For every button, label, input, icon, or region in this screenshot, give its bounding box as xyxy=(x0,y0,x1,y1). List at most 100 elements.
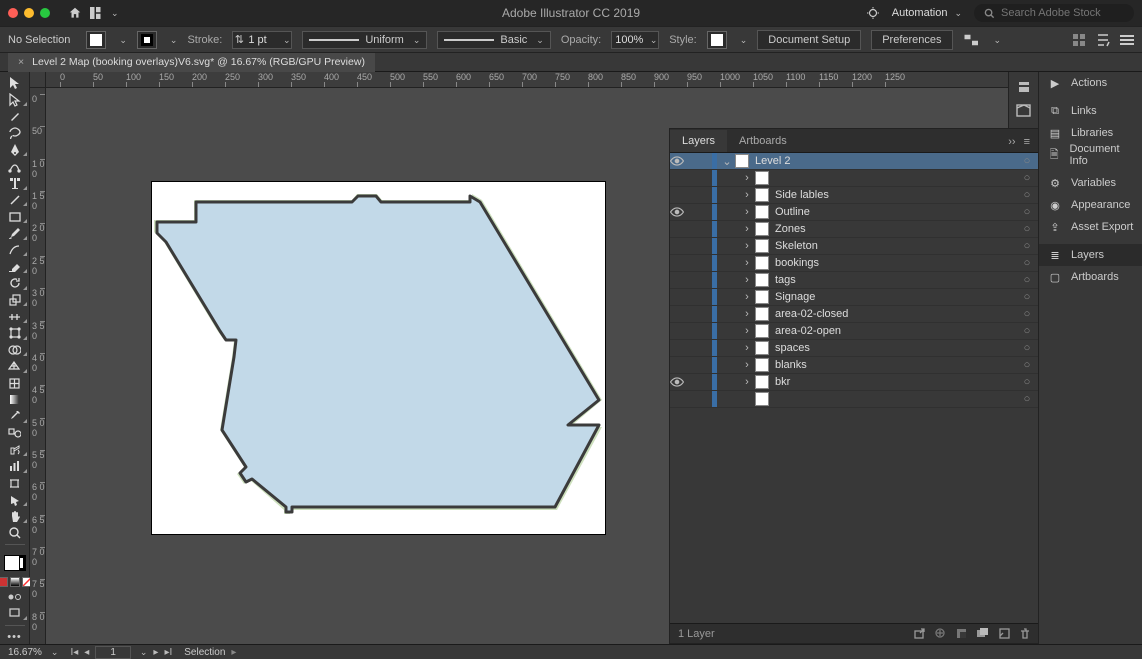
ctrl-icon-b[interactable] xyxy=(1096,33,1110,47)
free-transform-tool[interactable] xyxy=(2,326,28,341)
target-icon[interactable]: ○ xyxy=(1016,240,1038,252)
new-sublayer-icon[interactable] xyxy=(977,628,989,640)
current-tool-status[interactable]: Selection ▸ xyxy=(184,647,236,658)
perspective-tool[interactable] xyxy=(2,359,28,374)
artboard-nav[interactable]: I◂ ◂ 1 ▸ ▸I xyxy=(70,646,172,659)
expand-toggle[interactable]: › xyxy=(741,342,753,354)
panel-tab-libraries[interactable]: ▤Libraries xyxy=(1039,122,1142,144)
layer-name[interactable]: spaces xyxy=(775,342,1016,354)
graph-tool[interactable] xyxy=(2,459,28,474)
eyedropper-tool[interactable] xyxy=(2,409,28,424)
expand-toggle[interactable]: ⌄ xyxy=(721,155,733,168)
expand-toggle[interactable]: › xyxy=(741,223,753,235)
layer-row[interactable]: ›Outline○ xyxy=(670,204,1038,221)
fill-dropdown[interactable] xyxy=(116,34,127,46)
stroke-weight-stepper[interactable]: ⇅ xyxy=(232,31,292,49)
edit-toolbar[interactable]: ••• xyxy=(2,629,28,644)
tab-artboards[interactable]: Artboards xyxy=(727,130,799,152)
rotate-tool[interactable] xyxy=(2,276,28,291)
export-icon[interactable] xyxy=(914,628,925,640)
arrange-documents-icon[interactable] xyxy=(90,7,108,19)
expand-toggle[interactable]: › xyxy=(741,359,753,371)
layer-list[interactable]: ⌄Level 2○›○›Side lables○›Outline○›Zones○… xyxy=(670,153,1038,623)
selection-tool[interactable] xyxy=(2,76,28,91)
pen-tool[interactable] xyxy=(2,143,28,158)
eraser-tool[interactable] xyxy=(2,259,28,274)
gpu-info-icon[interactable] xyxy=(866,6,880,20)
last-artboard-button[interactable]: ▸I xyxy=(164,647,172,658)
fill-swatch[interactable] xyxy=(86,31,106,49)
panel-tab-links[interactable]: ⧉Links xyxy=(1039,100,1142,122)
stroke-weight-stepper-btns[interactable]: ⇅ xyxy=(233,33,245,46)
document-setup-button[interactable]: Document Setup xyxy=(757,30,861,50)
color-mode-gradient[interactable] xyxy=(10,577,20,587)
stroke-swatch[interactable] xyxy=(137,31,157,49)
target-icon[interactable]: ○ xyxy=(1016,172,1038,184)
artboard-tool[interactable] xyxy=(2,476,28,491)
paintbrush-tool[interactable] xyxy=(2,226,28,241)
expand-toggle[interactable]: › xyxy=(741,189,753,201)
layer-row[interactable]: ›area-02-open○ xyxy=(670,323,1038,340)
stroke-dropdown[interactable] xyxy=(167,34,178,46)
target-icon[interactable]: ○ xyxy=(1016,376,1038,388)
layer-name[interactable]: Level 2 xyxy=(755,155,1016,167)
rectangle-tool[interactable] xyxy=(2,209,28,224)
minimize-window-button[interactable] xyxy=(24,8,34,18)
layer-name[interactable]: Skeleton xyxy=(775,240,1016,252)
visibility-toggle[interactable] xyxy=(670,207,698,217)
panel-menu-icon[interactable] xyxy=(1120,35,1134,45)
artboard-number[interactable]: 1 xyxy=(95,646,131,659)
target-icon[interactable]: ○ xyxy=(1016,308,1038,320)
target-icon[interactable]: ○ xyxy=(1016,359,1038,371)
zoom-control[interactable]: 16.67% xyxy=(8,647,58,658)
screen-mode[interactable] xyxy=(2,606,28,621)
target-icon[interactable]: ○ xyxy=(1016,223,1038,235)
layer-name[interactable]: Outline xyxy=(775,206,1016,218)
layer-name[interactable]: blanks xyxy=(775,359,1016,371)
search-stock-field[interactable] xyxy=(974,4,1134,22)
type-tool[interactable] xyxy=(2,176,28,191)
close-window-button[interactable] xyxy=(8,8,18,18)
opacity-dropdown[interactable] xyxy=(646,34,658,46)
clipping-mask-icon[interactable] xyxy=(956,628,967,640)
hand-tool[interactable] xyxy=(2,509,28,524)
layer-row-top[interactable]: ⌄Level 2○ xyxy=(670,153,1038,170)
layer-name[interactable]: Side lables xyxy=(775,189,1016,201)
blend-tool[interactable] xyxy=(2,426,28,441)
target-icon[interactable]: ○ xyxy=(1016,274,1038,286)
layer-name[interactable]: area-02-closed xyxy=(775,308,1016,320)
target-icon[interactable]: ○ xyxy=(1016,393,1038,405)
target-icon[interactable]: ○ xyxy=(1016,189,1038,201)
expand-toggle[interactable]: › xyxy=(741,257,753,269)
layer-row[interactable]: › area-02-closed○ xyxy=(670,306,1038,323)
ruler-origin[interactable] xyxy=(30,72,46,88)
layer-row[interactable]: ›○ xyxy=(670,170,1038,187)
home-icon[interactable] xyxy=(68,6,82,20)
expand-toggle[interactable]: › xyxy=(741,240,753,252)
panel-tab-variables[interactable]: ⚙Variables xyxy=(1039,172,1142,194)
expand-toggle[interactable]: › xyxy=(741,206,753,218)
opacity-input[interactable] xyxy=(612,34,646,46)
symbol-sprayer-tool[interactable] xyxy=(2,442,28,457)
target-icon[interactable]: ○ xyxy=(1016,257,1038,269)
gradient-tool[interactable] xyxy=(2,392,28,407)
opacity-input-wrap[interactable] xyxy=(611,31,659,49)
delete-layer-icon[interactable] xyxy=(1020,628,1030,640)
graphic-style-swatch[interactable] xyxy=(707,31,727,49)
panel-tab-actions[interactable]: ▶Actions xyxy=(1039,72,1142,94)
expand-toggle[interactable]: › xyxy=(741,291,753,303)
layer-name[interactable]: tags xyxy=(775,274,1016,286)
panel-tab-asset-export[interactable]: ⇪Asset Export xyxy=(1039,216,1142,238)
stroke-weight-input[interactable] xyxy=(245,34,279,46)
layer-row[interactable]: › blanks○ xyxy=(670,357,1038,374)
magic-wand-tool[interactable] xyxy=(2,109,28,124)
panel-tab-appearance[interactable]: ◉Appearance xyxy=(1039,194,1142,216)
color-mode-color[interactable] xyxy=(0,577,8,587)
layer-row[interactable]: ›bookings○ xyxy=(670,255,1038,272)
panel-tab-document-info[interactable]: 🗎Document Info xyxy=(1039,144,1142,166)
new-layer-icon[interactable] xyxy=(999,628,1010,640)
properties-panel-icon[interactable] xyxy=(1016,80,1032,94)
layer-name[interactable]: Signage xyxy=(775,291,1016,303)
expand-toggle[interactable]: › xyxy=(741,308,753,320)
first-artboard-button[interactable]: I◂ xyxy=(70,647,78,658)
